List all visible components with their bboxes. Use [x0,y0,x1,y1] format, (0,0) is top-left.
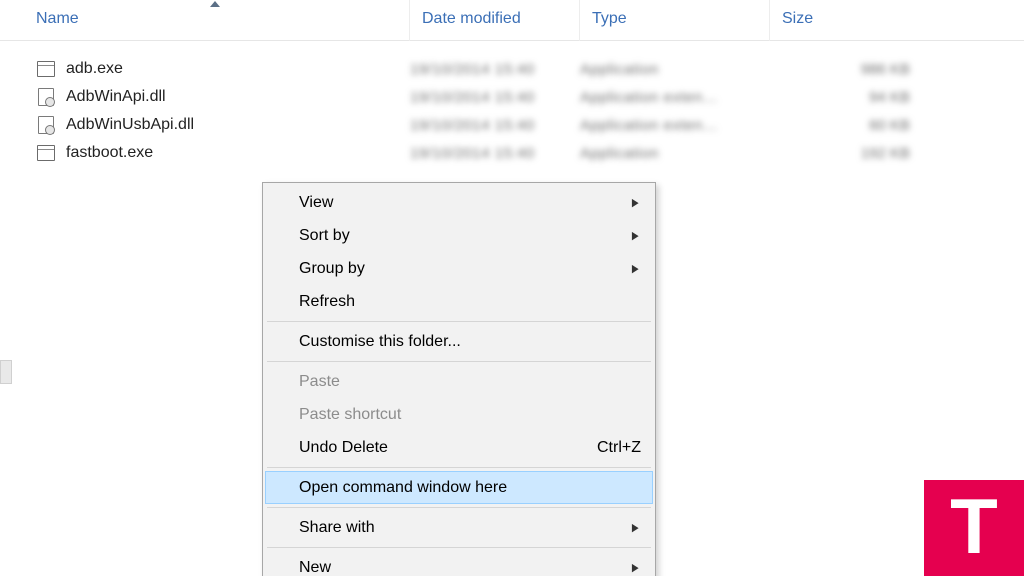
column-header-type-label: Type [592,10,627,27]
exe-icon [36,145,56,161]
column-header-name[interactable]: Name [0,0,410,41]
file-date: 19/10/2014 15:40 [410,145,580,162]
menu-item-label: Open command window here [299,479,507,497]
menu-item-label: New [299,559,331,576]
column-header-date-label: Date modified [422,10,521,27]
file-row[interactable]: fastboot.exe 19/10/2014 15:40 Applicatio… [0,139,1024,167]
dll-icon [36,116,56,134]
menu-item-share-with[interactable]: Share with [265,511,653,544]
menu-item-hotkey: Ctrl+Z [577,439,641,457]
menu-separator [267,507,651,508]
menu-item-label: Paste shortcut [299,406,401,424]
corner-badge-letter: T [950,487,998,565]
menu-separator [267,361,651,362]
scrollbar-sliver [0,360,12,384]
file-size: 94 KB [770,89,950,106]
menu-item-sort-by[interactable]: Sort by [265,219,653,252]
menu-separator [267,467,651,468]
sort-arrow-icon [210,1,220,7]
file-type: Application [580,145,770,162]
menu-item-label: Paste [299,373,340,391]
menu-item-customise-folder[interactable]: Customise this folder... [265,325,653,358]
menu-item-label: Share with [299,519,375,537]
menu-item-label: Undo Delete [299,439,388,457]
menu-item-open-command-window[interactable]: Open command window here [265,471,653,504]
file-size: 60 KB [770,117,950,134]
file-row[interactable]: AdbWinUsbApi.dll 19/10/2014 15:40 Applic… [0,111,1024,139]
menu-separator [267,547,651,548]
file-size: 192 KB [770,145,950,162]
menu-item-undo-delete[interactable]: Undo Delete Ctrl+Z [265,431,653,464]
column-header-size-label: Size [782,10,813,27]
file-row[interactable]: AdbWinApi.dll 19/10/2014 15:40 Applicati… [0,83,1024,111]
column-header-size[interactable]: Size [770,0,910,41]
menu-separator [267,321,651,322]
column-header-type[interactable]: Type [580,0,770,41]
file-date: 19/10/2014 15:40 [410,117,580,134]
context-menu: View Sort by Group by Refresh Customise … [262,182,656,576]
menu-item-new[interactable]: New [265,551,653,576]
file-list: adb.exe 19/10/2014 15:40 Application 986… [0,41,1024,167]
file-row[interactable]: adb.exe 19/10/2014 15:40 Application 986… [0,55,1024,83]
file-name: AdbWinUsbApi.dll [66,116,410,134]
menu-item-view[interactable]: View [265,186,653,219]
file-name: adb.exe [66,60,410,78]
menu-item-paste-shortcut: Paste shortcut [265,398,653,431]
exe-icon [36,61,56,77]
column-header-name-label: Name [36,10,79,27]
menu-item-group-by[interactable]: Group by [265,252,653,285]
file-date: 19/10/2014 15:40 [410,89,580,106]
menu-item-label: Refresh [299,293,355,311]
file-name: AdbWinApi.dll [66,88,410,106]
file-size: 986 KB [770,61,950,78]
file-type: Application exten… [580,89,770,106]
column-header-row: Name Date modified Type Size [0,0,1024,41]
column-header-date[interactable]: Date modified [410,0,580,41]
file-date: 19/10/2014 15:40 [410,61,580,78]
menu-item-label: Customise this folder... [299,333,461,351]
file-type: Application [580,61,770,78]
menu-item-label: View [299,194,333,212]
file-name: fastboot.exe [66,144,410,162]
menu-item-paste: Paste [265,365,653,398]
dll-icon [36,88,56,106]
file-type: Application exten… [580,117,770,134]
menu-item-label: Group by [299,260,365,278]
menu-item-refresh[interactable]: Refresh [265,285,653,318]
corner-badge: T [924,480,1024,576]
menu-item-label: Sort by [299,227,350,245]
